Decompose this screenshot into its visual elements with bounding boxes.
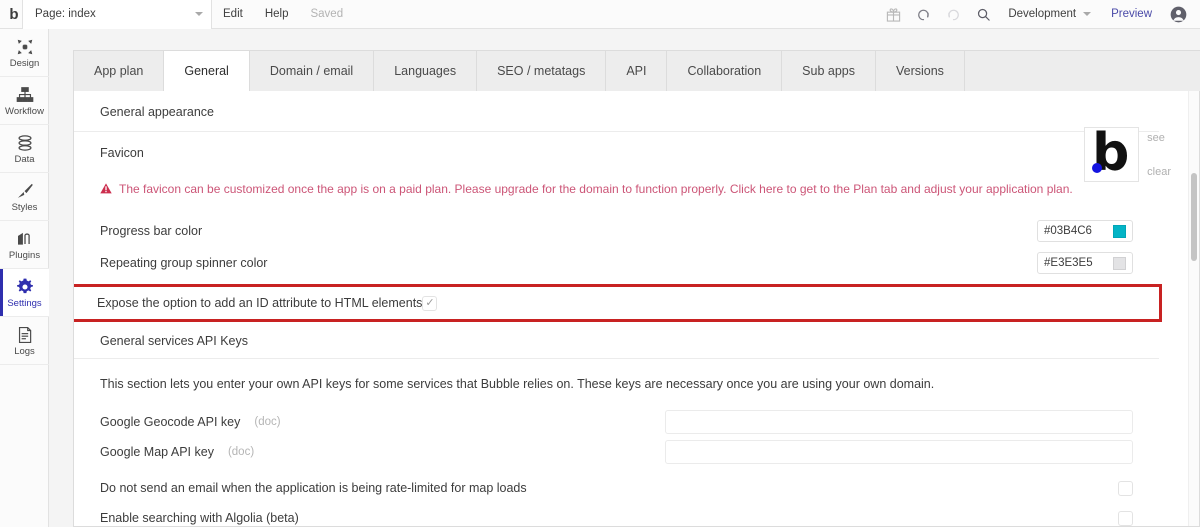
tab-collaboration[interactable]: Collaboration bbox=[667, 50, 783, 91]
sidebar-item-label: Plugins bbox=[8, 250, 41, 261]
gift-icon[interactable] bbox=[878, 0, 908, 29]
tab-seo-metatags[interactable]: SEO / metatags bbox=[477, 50, 607, 91]
top-toolbar: b Page: index Edit Help Saved Developmen… bbox=[0, 0, 1200, 29]
favicon-warning-text[interactable]: The favicon can be customized once the a… bbox=[119, 182, 1073, 196]
environment-selector[interactable]: Development bbox=[998, 8, 1099, 20]
favicon-label: Favicon bbox=[100, 146, 144, 160]
sidebar-item-label: Settings bbox=[7, 298, 42, 309]
favicon-see-link[interactable]: see bbox=[1147, 132, 1171, 144]
page-selector-label: Page: index bbox=[35, 8, 96, 20]
bubble-logo-icon[interactable]: b bbox=[0, 0, 22, 29]
sidebar-item-label: Design bbox=[9, 58, 40, 69]
progress-bar-color-row: Progress bar color #03B4C6 bbox=[74, 214, 1159, 248]
progress-bar-color-label: Progress bar color bbox=[100, 224, 203, 238]
edit-menu[interactable]: Edit bbox=[212, 0, 254, 29]
settings-content: General appearance Favicon b see clear T… bbox=[74, 91, 1199, 526]
environment-label: Development bbox=[1008, 8, 1077, 20]
panel-scrollbar-thumb[interactable] bbox=[1191, 173, 1197, 261]
spinner-color-label: Repeating group spinner color bbox=[100, 256, 268, 270]
api-keys-heading: General services API Keys bbox=[74, 322, 1159, 359]
sidebar-item-logs[interactable]: Logs bbox=[0, 317, 49, 365]
chevron-down-icon bbox=[1083, 12, 1092, 16]
expose-id-attribute-label: Expose the option to add an ID attribute… bbox=[97, 296, 423, 310]
sidebar-item-label: Styles bbox=[11, 202, 38, 213]
tab-sub-apps[interactable]: Sub apps bbox=[782, 50, 876, 91]
google-map-api-key-label: Google Map API key bbox=[100, 445, 214, 459]
rate-limit-email-checkbox[interactable] bbox=[1118, 480, 1133, 496]
google-map-doc-link[interactable]: (doc) bbox=[228, 446, 254, 458]
page-selector[interactable]: Page: index bbox=[22, 0, 212, 29]
google-geocode-api-key-label: Google Geocode API key bbox=[100, 415, 241, 429]
logs-icon bbox=[15, 324, 35, 345]
sidebar-item-label: Workflow bbox=[5, 106, 44, 117]
saved-status: Saved bbox=[310, 8, 344, 20]
warning-triangle-icon bbox=[100, 182, 112, 196]
settings-tab-bar: App plan General Domain / email Language… bbox=[73, 50, 1200, 91]
favicon-actions: see clear bbox=[1147, 128, 1171, 182]
expose-id-attribute-row[interactable]: Expose the option to add an ID attribute… bbox=[74, 284, 1162, 322]
left-sidebar: Design Workflow Data Styles Plugins Sett… bbox=[0, 29, 49, 527]
rate-limit-email-row[interactable]: Do not send an email when the applicatio… bbox=[74, 473, 1159, 503]
settings-gear-icon bbox=[15, 276, 35, 297]
spinner-color-field[interactable]: #E3E3E5 bbox=[1037, 252, 1133, 274]
sidebar-item-workflow[interactable]: Workflow bbox=[0, 77, 49, 125]
tab-domain-email[interactable]: Domain / email bbox=[249, 50, 375, 91]
preview-button[interactable]: Preview bbox=[1099, 8, 1164, 20]
sidebar-item-design[interactable]: Design bbox=[0, 29, 49, 77]
search-icon[interactable] bbox=[968, 0, 998, 29]
favicon-row: Favicon bbox=[74, 132, 1159, 176]
workflow-icon bbox=[15, 84, 35, 105]
spinner-color-value: #E3E3E5 bbox=[1044, 257, 1093, 269]
progress-bar-color-swatch[interactable] bbox=[1113, 224, 1126, 238]
algolia-search-checkbox[interactable] bbox=[1118, 510, 1133, 526]
sidebar-item-label: Logs bbox=[14, 346, 35, 357]
google-map-api-key-input[interactable] bbox=[665, 440, 1133, 464]
tab-bar-filler bbox=[964, 50, 1200, 91]
algolia-search-label: Enable searching with Algolia (beta) bbox=[100, 511, 299, 525]
settings-panel: General appearance Favicon b see clear T… bbox=[73, 91, 1200, 527]
google-geocode-api-key-input[interactable] bbox=[665, 410, 1133, 434]
data-icon bbox=[15, 132, 35, 153]
api-keys-description: This section lets you enter your own API… bbox=[100, 377, 935, 391]
sidebar-item-plugins[interactable]: Plugins bbox=[0, 221, 49, 269]
main-area: App plan General Domain / email Language… bbox=[49, 29, 1200, 527]
rate-limit-email-label: Do not send an email when the applicatio… bbox=[100, 481, 527, 495]
chevron-down-icon bbox=[195, 12, 203, 16]
help-menu[interactable]: Help bbox=[254, 0, 300, 29]
favicon-preview-group: b see clear bbox=[1084, 126, 1171, 182]
favicon-warning: The favicon can be customized once the a… bbox=[74, 176, 1159, 202]
tab-app-plan[interactable]: App plan bbox=[73, 50, 165, 91]
algolia-search-row[interactable]: Enable searching with Algolia (beta) bbox=[74, 503, 1159, 526]
tab-languages[interactable]: Languages bbox=[374, 50, 478, 91]
tab-versions[interactable]: Versions bbox=[875, 50, 965, 91]
progress-bar-color-field[interactable]: #03B4C6 bbox=[1037, 220, 1133, 242]
google-map-api-key-row: Google Map API key (doc) bbox=[74, 437, 1159, 467]
sidebar-item-label: Data bbox=[14, 154, 35, 165]
google-geocode-api-key-row: Google Geocode API key (doc) bbox=[74, 407, 1159, 437]
spinner-color-row: Repeating group spinner color #E3E3E5 bbox=[74, 248, 1159, 278]
general-appearance-heading: General appearance bbox=[74, 91, 1159, 132]
tab-general[interactable]: General bbox=[164, 50, 250, 91]
google-geocode-doc-link[interactable]: (doc) bbox=[254, 416, 280, 428]
sidebar-item-styles[interactable]: Styles bbox=[0, 173, 49, 221]
favicon-image[interactable]: b bbox=[1084, 126, 1140, 182]
panel-scrollbar[interactable] bbox=[1188, 91, 1199, 526]
sidebar-item-data[interactable]: Data bbox=[0, 125, 49, 173]
sidebar-item-settings[interactable]: Settings bbox=[0, 269, 49, 317]
spinner-color-swatch[interactable] bbox=[1113, 256, 1126, 270]
design-icon bbox=[15, 36, 35, 57]
styles-icon bbox=[15, 180, 35, 201]
tab-api[interactable]: API bbox=[606, 50, 668, 91]
undo-icon[interactable] bbox=[908, 0, 938, 29]
expose-id-attribute-checkbox[interactable]: ✓ bbox=[422, 295, 438, 311]
progress-bar-color-value: #03B4C6 bbox=[1044, 225, 1092, 237]
top-toolbar-right: Development Preview bbox=[878, 0, 1200, 29]
favicon-clear-link[interactable]: clear bbox=[1147, 166, 1171, 178]
plugins-icon bbox=[15, 228, 35, 249]
avatar[interactable] bbox=[1164, 0, 1192, 29]
redo-icon[interactable] bbox=[938, 0, 968, 29]
